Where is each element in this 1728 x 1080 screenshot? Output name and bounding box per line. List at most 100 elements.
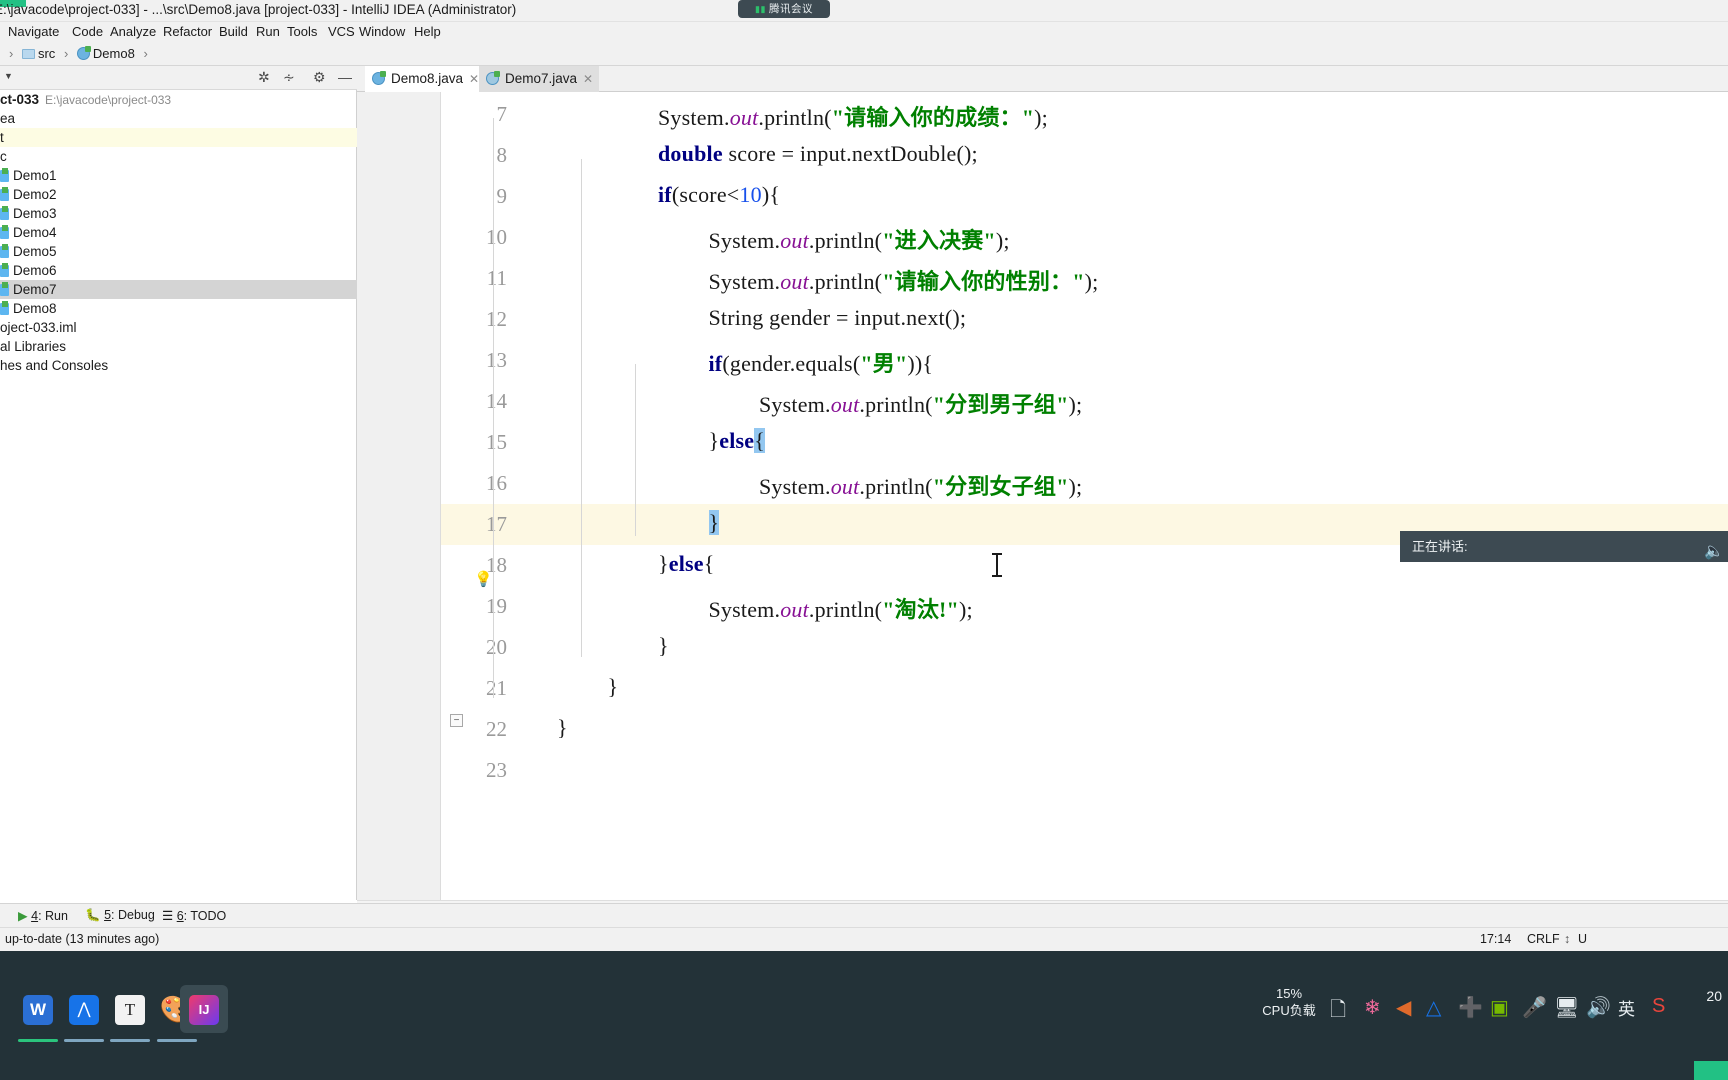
menu-item-analyze[interactable]: Analyze: [110, 24, 156, 39]
breadcrumb-item-src[interactable]: src: [38, 46, 55, 61]
code-line-19[interactable]: System.out.println("淘汰!");: [709, 592, 973, 624]
updown-icon[interactable]: ↕: [1564, 932, 1570, 946]
breadcrumb-item-demo8[interactable]: Demo8: [93, 46, 135, 61]
tree-item-al-libraries[interactable]: al Libraries: [0, 337, 357, 356]
taskbar-clock[interactable]: 20: [1706, 987, 1722, 1006]
intention-bulb-icon[interactable]: 💡: [474, 570, 493, 588]
taskbar-app-typora[interactable]: T: [106, 985, 154, 1033]
microphone-icon[interactable]: 🔈: [1704, 536, 1724, 567]
tree-item-label: oject-033.iml: [0, 320, 77, 335]
tray-ime-lang-icon[interactable]: 英: [1618, 995, 1635, 1020]
code-line-16[interactable]: System.out.println("分到女子组");: [759, 469, 1082, 501]
menu-item-code[interactable]: Code: [72, 24, 103, 39]
tencent-meeting-overlay[interactable]: ▮▮ 腾讯会议: [738, 0, 830, 18]
code-line-12[interactable]: String gender = input.next();: [709, 305, 967, 331]
menu-label: Window: [359, 24, 406, 39]
tab-label: Demo7.java: [505, 71, 578, 86]
tab-demo7-java[interactable]: Demo7.java ✕: [479, 66, 600, 92]
tree-item-label: Demo2: [13, 187, 57, 202]
code-line-17[interactable]: }: [708, 510, 720, 536]
menu-item-help[interactable]: Help: [414, 24, 441, 39]
line-number: 12: [486, 307, 507, 331]
tray-speaker-icon[interactable]: ◀: [1396, 995, 1411, 1020]
code-line-7[interactable]: System.out.println("请输入你的成绩：");: [658, 100, 1048, 132]
folder-icon: [21, 49, 35, 59]
tree-item-demo1[interactable]: Demo1: [0, 166, 357, 185]
tree-item-oject-033-iml[interactable]: oject-033.iml: [0, 318, 357, 337]
taskbar-app-wps[interactable]: W: [14, 985, 62, 1033]
code-line-11[interactable]: System.out.println("请输入你的性别：");: [709, 264, 1099, 296]
tree-item-demo7[interactable]: Demo7: [0, 280, 357, 299]
tree-item-hes-and-consoles[interactable]: hes and Consoles: [0, 356, 357, 375]
code-line-22[interactable]: }: [557, 715, 568, 741]
close-icon[interactable]: ✕: [469, 66, 479, 92]
gear-icon[interactable]: ⚙: [313, 69, 326, 86]
tray-sogou-icon[interactable]: S: [1652, 995, 1665, 1018]
menu-item-window[interactable]: Window: [359, 24, 405, 39]
code-line-13[interactable]: if(gender.equals("男")){: [709, 346, 934, 378]
tree-item-demo6[interactable]: Demo6: [0, 261, 357, 280]
tray-microphone-icon[interactable]: 🎤: [1522, 995, 1547, 1020]
status-time: 17:14: [1480, 932, 1512, 946]
breadcrumb: › src › Demo8 ›: [4, 46, 153, 61]
code-line-21[interactable]: }: [608, 674, 619, 700]
taskbar-app-intellij[interactable]: IJ: [180, 985, 228, 1033]
speaking-indicator-overlay[interactable]: 正在讲话: 🔈: [1400, 531, 1728, 562]
tray-nvidia-icon[interactable]: ▣: [1490, 995, 1509, 1020]
taskbar-app-meeting[interactable]: ⋀: [60, 985, 108, 1033]
tree-item-c[interactable]: c: [0, 147, 357, 166]
toolwindow-todo[interactable]: ☰ 6: TODO: [162, 908, 226, 923]
tree-item-t[interactable]: t: [0, 128, 357, 147]
tree-item-demo5[interactable]: Demo5: [0, 242, 357, 261]
toolwindow-debug[interactable]: 🐛 5: Debug: [85, 908, 155, 923]
close-icon[interactable]: ✕: [583, 66, 593, 92]
taskbar-inner: W ⋀ T 🎨 IJ 15% CPU负载 🗋 ❄ ◀ △ ➕ ▣ 🎤 🖥 🔊 英…: [0, 951, 1728, 1080]
code-line-15[interactable]: }else{: [709, 428, 766, 454]
menu-item-refactor[interactable]: Refactor: [163, 24, 212, 39]
toolwindow-label: : Debug: [111, 908, 155, 922]
code-line-18[interactable]: }else{: [658, 551, 715, 577]
tree-item-ct-033[interactable]: ct-033 E:\javacode\project-033: [0, 90, 357, 109]
code-line-9[interactable]: if(score<10){: [658, 182, 780, 208]
menu-item-tools[interactable]: Tools: [287, 24, 317, 39]
fold-collapse-icon[interactable]: −: [450, 714, 463, 727]
chevron-down-icon[interactable]: ▼: [4, 71, 13, 81]
tree-item-demo2[interactable]: Demo2: [0, 185, 357, 204]
tray-copy-icon[interactable]: 🗋: [1330, 995, 1346, 1029]
menu-item-navigate[interactable]: Navigate: [8, 24, 59, 39]
java-file-icon: [0, 263, 9, 277]
tree-item-label: Demo7: [13, 282, 57, 297]
code-line-8[interactable]: double score = input.nextDouble();: [658, 141, 978, 167]
tray-volume-icon[interactable]: 🔊: [1586, 995, 1611, 1020]
hide-panel-icon[interactable]: —: [338, 69, 352, 85]
tree-item-label: c: [0, 149, 7, 164]
window-titlebar: E:\javacode\project-033] - ...\src\Demo8…: [0, 0, 1728, 22]
tray-display-icon[interactable]: 🖥: [1554, 995, 1579, 1020]
tab-demo8-java[interactable]: Demo8.java ✕: [365, 66, 486, 92]
tree-item-demo3[interactable]: Demo3: [0, 204, 357, 223]
bug-icon: 🐛: [85, 908, 101, 922]
tool-window-bar: ▶ 4: Run 🐛 5: Debug ☰ 6: TODO: [0, 903, 1728, 927]
code-line-20[interactable]: }: [658, 633, 669, 659]
tree-item-demo4[interactable]: Demo4: [0, 223, 357, 242]
menu-label: Run: [256, 24, 280, 39]
menu-item-run[interactable]: Run: [256, 24, 280, 39]
wps-icon: W: [23, 994, 53, 1025]
cpu-monitor[interactable]: 15% CPU负载: [1259, 985, 1319, 1019]
collapse-all-icon[interactable]: ∻: [283, 69, 295, 86]
run-icon: ▶: [18, 909, 28, 923]
tray-flower-icon[interactable]: ❄: [1364, 995, 1381, 1020]
tray-plus-icon[interactable]: ➕: [1458, 995, 1483, 1020]
tree-item-demo8[interactable]: Demo8: [0, 299, 357, 318]
menu-item-build[interactable]: Build: [219, 24, 248, 39]
tray-meeting-icon[interactable]: △: [1426, 995, 1441, 1020]
status-encoding[interactable]: U: [1578, 932, 1587, 946]
toolwindow-run[interactable]: ▶ 4: Run: [18, 908, 68, 923]
scroll-from-source-icon[interactable]: ✲: [258, 69, 270, 86]
code-line-10[interactable]: System.out.println("进入决赛");: [709, 223, 1010, 255]
editor-gutter[interactable]: [357, 92, 441, 900]
tree-item-ea[interactable]: ea: [0, 109, 357, 128]
status-line-separator[interactable]: CRLF: [1527, 932, 1560, 946]
code-line-14[interactable]: System.out.println("分到男子组");: [759, 387, 1082, 419]
menu-item-vcs[interactable]: VCS: [328, 24, 355, 39]
